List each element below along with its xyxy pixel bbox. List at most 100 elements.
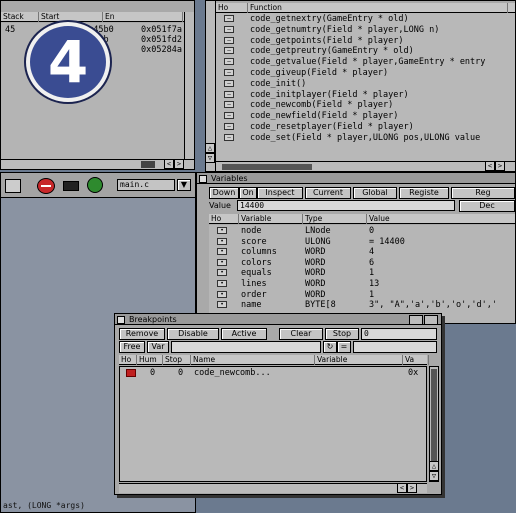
value-input[interactable]: 14400 xyxy=(237,200,455,211)
run-icon[interactable] xyxy=(87,177,103,193)
variables-titlebar[interactable]: Variables xyxy=(197,173,515,184)
breakpoints-col-name[interactable]: Name xyxy=(191,355,315,365)
function-row[interactable]: – code_getvalue(Field * player,GameEntry … xyxy=(216,57,515,67)
stack-scroll-knob[interactable] xyxy=(141,161,155,168)
function-row[interactable]: – code_newfield(Field * player) xyxy=(216,111,515,121)
stop-icon[interactable] xyxy=(37,178,55,194)
variables-col-type[interactable]: Type xyxy=(303,214,367,224)
dec-button[interactable]: Dec xyxy=(459,200,515,212)
reg-button[interactable]: Reg xyxy=(451,187,515,199)
inspect-button[interactable]: Inspect xyxy=(257,187,303,199)
breakpoint-active-icon[interactable] xyxy=(126,369,136,377)
breakpoints-col-stop[interactable]: Stop xyxy=(163,355,191,365)
variable-row[interactable]: • node LNode 0 xyxy=(209,226,515,236)
row-marker-icon[interactable]: • xyxy=(217,301,227,309)
function-col-function[interactable]: Function xyxy=(248,3,508,13)
row-marker-icon[interactable]: – xyxy=(224,79,234,87)
row-marker-icon[interactable]: – xyxy=(224,47,234,55)
on-button[interactable]: On xyxy=(239,187,257,199)
row-marker-icon[interactable]: – xyxy=(224,133,234,141)
row-marker-icon[interactable]: – xyxy=(224,15,234,22)
row-marker-icon[interactable]: • xyxy=(217,227,227,234)
scroll-left-icon[interactable]: < xyxy=(164,159,174,169)
variables-col-value[interactable]: Value xyxy=(367,214,515,224)
global-button[interactable]: Global xyxy=(353,187,397,199)
function-row[interactable]: – code_getpoints(Field * player) xyxy=(216,36,515,46)
variables-col-variable[interactable]: Variable xyxy=(239,214,303,224)
function-col-no[interactable]: Ho xyxy=(216,3,248,13)
function-row[interactable]: – code_init() xyxy=(216,79,515,89)
scroll-left-icon[interactable]: < xyxy=(485,161,495,171)
breakpoint-value-input[interactable] xyxy=(353,341,437,353)
scroll-down-icon[interactable]: ▽ xyxy=(429,471,439,481)
close-icon[interactable] xyxy=(117,316,125,324)
free-button[interactable]: Free xyxy=(119,341,145,353)
row-marker-icon[interactable]: – xyxy=(224,123,234,130)
variable-row[interactable]: • score ULONG = 14400 xyxy=(209,237,515,247)
stop-count-input[interactable]: 0 xyxy=(361,328,437,340)
breakpoints-col-value[interactable]: Va xyxy=(403,355,429,365)
function-row[interactable]: – code_getpreutry(GameEntry * old) xyxy=(216,46,515,56)
row-marker-icon[interactable]: – xyxy=(224,25,234,33)
stack-vertical-scrollbar[interactable] xyxy=(184,12,194,159)
function-row[interactable]: – code_getnumtry(Field * player,LONG n) xyxy=(216,25,515,35)
row-marker-icon[interactable]: – xyxy=(224,101,234,109)
stack-horizontal-scrollbar[interactable]: < > xyxy=(1,159,194,169)
function-row[interactable]: – code_set(Field * player,ULONG pos,ULONG… xyxy=(216,133,515,143)
variable-row[interactable]: • colors WORD 6 xyxy=(209,258,515,268)
active-button[interactable]: Active xyxy=(221,328,267,340)
variable-row[interactable]: • order WORD 1 xyxy=(209,290,515,300)
variable-row[interactable]: • columns WORD 4 xyxy=(209,247,515,257)
down-button[interactable]: Down xyxy=(209,187,239,199)
scroll-left-icon[interactable]: < xyxy=(397,483,407,493)
cycle-icon[interactable]: ↻ xyxy=(323,341,337,353)
breakpoints-titlebar[interactable]: Breakpoints xyxy=(115,314,441,325)
function-row[interactable]: – code_newcomb(Field * player) xyxy=(216,100,515,110)
disable-button[interactable]: Disable xyxy=(167,328,219,340)
current-button[interactable]: Current xyxy=(305,187,351,199)
row-marker-icon[interactable]: • xyxy=(217,280,227,287)
breakpoints-col-variable[interactable]: Variable xyxy=(315,355,403,365)
function-vertical-scrollbar[interactable]: △ ▽ xyxy=(206,1,216,171)
breakpoints-horizontal-scrollbar[interactable]: < > xyxy=(119,483,427,493)
chevron-down-icon[interactable]: ▼ xyxy=(177,179,191,191)
breakpoints-vertical-scrollbar[interactable]: △ ▽ xyxy=(429,366,439,482)
source-file-selector[interactable]: main.c xyxy=(117,179,175,191)
scroll-down-icon[interactable]: ▽ xyxy=(206,153,215,163)
function-row[interactable]: – code_getnextry(GameEntry * old) xyxy=(216,14,515,24)
row-marker-icon[interactable]: • xyxy=(217,258,227,266)
stack-col-start[interactable]: Start xyxy=(39,12,103,22)
function-row[interactable]: – code_resetplayer(Field * player) xyxy=(216,122,515,132)
equals-icon[interactable]: = xyxy=(337,341,351,353)
row-marker-icon[interactable]: – xyxy=(224,36,234,44)
clear-button[interactable]: Clear xyxy=(279,328,323,340)
scroll-up-icon[interactable]: △ xyxy=(206,143,215,153)
scroll-up-icon[interactable]: △ xyxy=(429,461,439,471)
function-row[interactable]: – code_giveup(Field * player) xyxy=(216,68,515,78)
variable-row[interactable]: • equals WORD 1 xyxy=(209,268,515,278)
step-icon[interactable] xyxy=(5,179,21,193)
function-scroll-knob[interactable] xyxy=(222,164,312,170)
variables-col-no[interactable]: Ho xyxy=(209,214,239,224)
scroll-right-icon[interactable]: > xyxy=(407,483,417,493)
scroll-right-icon[interactable]: > xyxy=(495,161,505,171)
row-marker-icon[interactable]: • xyxy=(217,237,227,245)
row-marker-icon[interactable]: – xyxy=(224,69,234,76)
breakpoints-col-num[interactable]: Hum xyxy=(137,355,163,365)
registers-button[interactable]: Registe xyxy=(399,187,449,199)
breakpoint-row[interactable]: 0 0 code_newcomb... 0x xyxy=(120,368,426,378)
variable-row[interactable]: • lines WORD 13 xyxy=(209,279,515,289)
breakpoints-col-no[interactable]: Ho xyxy=(119,355,137,365)
remove-button[interactable]: Remove xyxy=(119,328,165,340)
scroll-right-icon[interactable]: > xyxy=(174,159,184,169)
variable-row[interactable]: • name BYTE[8 3", "A",'a','b','o','d',' xyxy=(209,300,515,310)
function-row[interactable]: – code_initplayer(Field * player) xyxy=(216,90,515,100)
row-marker-icon[interactable]: • xyxy=(217,248,227,256)
stack-col-end[interactable]: En xyxy=(103,12,183,22)
stack-col-stack[interactable]: Stack xyxy=(1,12,39,22)
breakpoints-scroll-knob[interactable] xyxy=(431,369,437,461)
zoom-icon[interactable] xyxy=(409,315,423,325)
row-marker-icon[interactable]: – xyxy=(224,112,234,120)
function-horizontal-scrollbar[interactable]: < > xyxy=(216,161,515,171)
close-icon[interactable] xyxy=(199,175,207,183)
